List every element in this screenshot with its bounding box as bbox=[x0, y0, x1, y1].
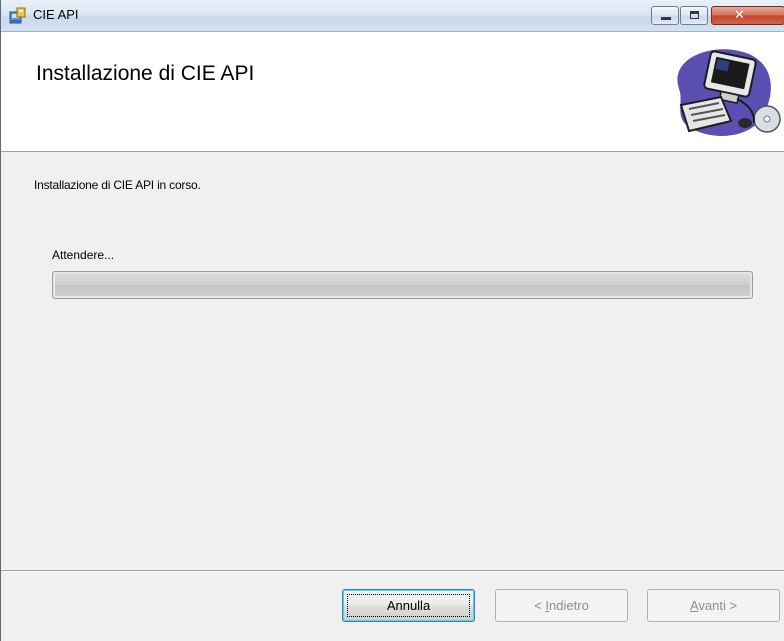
next-button[interactable]: Avanti > bbox=[647, 589, 780, 622]
back-button[interactable]: < Indietro bbox=[495, 589, 628, 622]
installer-app-icon bbox=[9, 7, 26, 24]
minimize-button[interactable] bbox=[651, 6, 679, 25]
back-button-label: ndietro bbox=[549, 598, 589, 613]
title-bar[interactable]: CIE API ✕ bbox=[1, 0, 784, 32]
back-button-prefix: < bbox=[534, 598, 546, 613]
maximize-icon bbox=[690, 11, 699, 19]
wait-label: Attendere... bbox=[52, 248, 115, 262]
installer-window: CIE API ✕ Installazione di CIE API Insta… bbox=[0, 0, 784, 641]
close-button[interactable]: ✕ bbox=[711, 6, 784, 25]
installation-progress-bar bbox=[52, 271, 753, 299]
progress-track bbox=[55, 274, 750, 296]
window-title: CIE API bbox=[33, 7, 79, 22]
footer-divider bbox=[1, 570, 784, 572]
computer-setup-icon bbox=[677, 49, 781, 136]
minimize-icon bbox=[661, 17, 671, 20]
page-title: Installazione di CIE API bbox=[36, 62, 255, 85]
cancel-button[interactable]: Annulla bbox=[342, 589, 475, 622]
next-button-label: vanti > bbox=[698, 598, 738, 613]
maximize-button[interactable] bbox=[680, 6, 708, 25]
installation-status-text: Installazione di CIE API in corso. bbox=[34, 178, 201, 192]
header-banner: Installazione di CIE API bbox=[1, 32, 784, 152]
focus-rectangle bbox=[347, 594, 470, 617]
close-icon: ✕ bbox=[734, 8, 745, 23]
